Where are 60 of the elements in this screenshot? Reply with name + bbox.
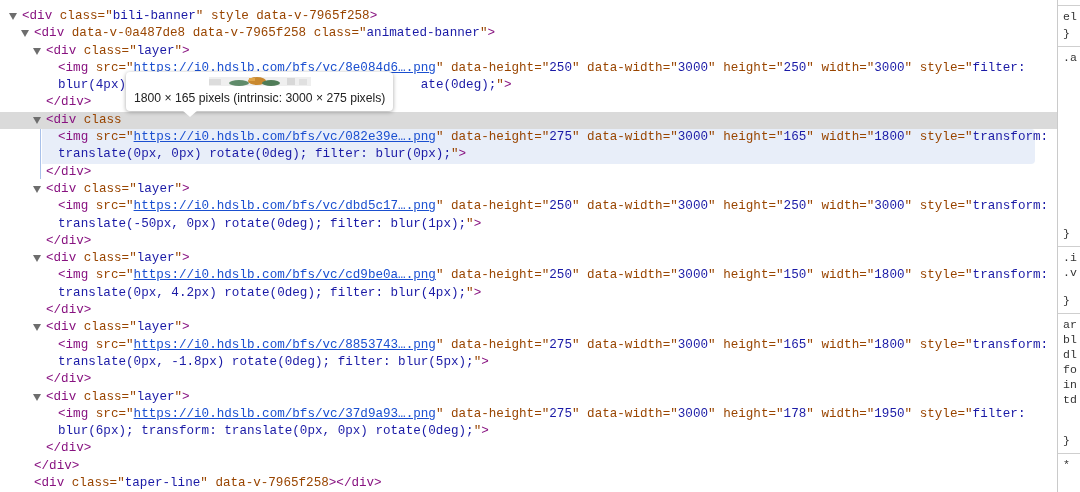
code-line: <img src="https://i0.hdslb.com/bfs/vc/8e084d6….png" data-height="250" data-width="3000" height="250" width="3000" style="filter:: [58, 59, 1026, 77]
code-line: <img src="https://i0.hdslb.com/bfs/vc/cd9be0a….png" data-height="250" data-width="3000" height="150" width="1800" style="transform:: [58, 267, 1049, 285]
code-line: </div>: [46, 232, 92, 250]
code-line: <div class: [46, 111, 122, 129]
style-rule-text: ar: [1063, 317, 1078, 332]
code-line: translate(0px, -1.8px) rotate(0deg); filter: blur(5px);">: [58, 353, 489, 371]
code-line: <img src="https://i0.hdslb.com/bfs/vc/8853743….png" data-height="275" data-width="3000" height="165" width="1800" style="transform:: [58, 336, 1049, 354]
code-line: </div>: [46, 440, 92, 458]
style-rule-text: bl: [1063, 332, 1078, 347]
code-line: ate(0deg);">: [420, 77, 512, 95]
code-line: <img src="https://i0.hdslb.com/bfs/vc/37d9a93….png" data-height="275" data-width="3000" height="178" width="1950" style="filter:: [58, 405, 1026, 423]
code-line: <div class="layer">: [46, 250, 190, 268]
disclosure-triangle-icon[interactable]: [21, 30, 29, 38]
style-rule-text: dl: [1063, 347, 1078, 362]
style-rule-text: .i: [1063, 250, 1078, 265]
code-line: <div class="layer">: [46, 319, 190, 337]
disclosure-triangle-icon[interactable]: [33, 324, 41, 332]
disclosure-triangle-icon[interactable]: [33, 116, 41, 124]
code-line: </div>: [46, 371, 92, 389]
code-line: translate(0px, 4.2px) rotate(0deg); filter: blur(4px);">: [58, 284, 482, 302]
code-line: translate(-50px, 0px) rotate(0deg); filter: blur(1px);">: [58, 215, 482, 233]
code-line: <div class="layer">: [46, 388, 190, 406]
code-line: <div class="layer">: [46, 180, 190, 198]
code-line: <img src="https://i0.hdslb.com/bfs/vc/082e39e….png" data-height="275" data-width="3000" height="165" width="1800" style="transform:: [58, 129, 1049, 147]
style-rule-text: *: [1063, 457, 1071, 472]
style-rule-text: fo: [1063, 362, 1078, 377]
disclosure-triangle-icon[interactable]: [33, 47, 41, 55]
disclosure-triangle-icon[interactable]: [33, 186, 41, 194]
url-link[interactable]: https://i0.hdslb.com/bfs/vc/dbd5c17….png: [133, 199, 436, 214]
code-line: blur(6px); transform: translate(0px, 0px) rotate(0deg);">: [58, 423, 489, 441]
code-line: </div>: [46, 163, 92, 181]
code-line: <div class="taper-line" data-v-7965f258></div>: [34, 475, 382, 492]
code-line: <div class="layer">: [46, 42, 190, 60]
url-link[interactable]: https://i0.hdslb.com/bfs/vc/082e39e….png: [133, 130, 436, 145]
code-line: </div>: [46, 302, 92, 320]
code-line: <img src="https://i0.hdslb.com/bfs/vc/dbd5c17….png" data-height="250" data-width="3000" height="250" width="3000" style="transform:: [58, 198, 1049, 216]
closing-brace: }: [1063, 293, 1071, 308]
disclosure-triangle-icon[interactable]: [33, 255, 41, 263]
style-rule-text: td: [1063, 392, 1078, 407]
url-link[interactable]: https://i0.hdslb.com/bfs/vc/cd9be0a….png: [133, 268, 436, 283]
url-link[interactable]: https://i0.hdslb.com/bfs/vc/8853743….png: [133, 337, 436, 352]
closing-brace: }: [1063, 26, 1071, 41]
style-rule-text: .a: [1063, 50, 1078, 65]
style-rule-text: el: [1063, 9, 1078, 24]
code-line: <div class="bili-banner" style data-v-7965f258>: [22, 8, 378, 25]
closing-brace: }: [1063, 226, 1071, 241]
url-link[interactable]: https://i0.hdslb.com/bfs/vc/8e084d6….png: [133, 60, 436, 75]
selected-row[interactable]: <div class: [0, 111, 1057, 130]
closing-brace: }: [1063, 433, 1071, 448]
disclosure-triangle-icon[interactable]: [9, 13, 17, 21]
code-line: translate(0px, 0px) rotate(0deg); filter: blur(0px);">: [58, 146, 467, 164]
style-rule-text: .v: [1063, 265, 1078, 280]
code-line: </div>: [34, 457, 80, 475]
code-line: </div>: [46, 94, 92, 112]
url-link[interactable]: https://i0.hdslb.com/bfs/vc/37d9a93….png: [133, 406, 436, 421]
tooltip-text: 1800 × 165 pixels (intrinsic: 3000 × 275 pixels): [134, 91, 386, 105]
disclosure-triangle-icon[interactable]: [33, 393, 41, 401]
style-rule-text: in: [1063, 377, 1078, 392]
code-line: <div data-v-0a487de8 data-v-7965f258 class="animated-banner">: [34, 25, 496, 43]
code-line: blur(4px): [58, 77, 127, 95]
